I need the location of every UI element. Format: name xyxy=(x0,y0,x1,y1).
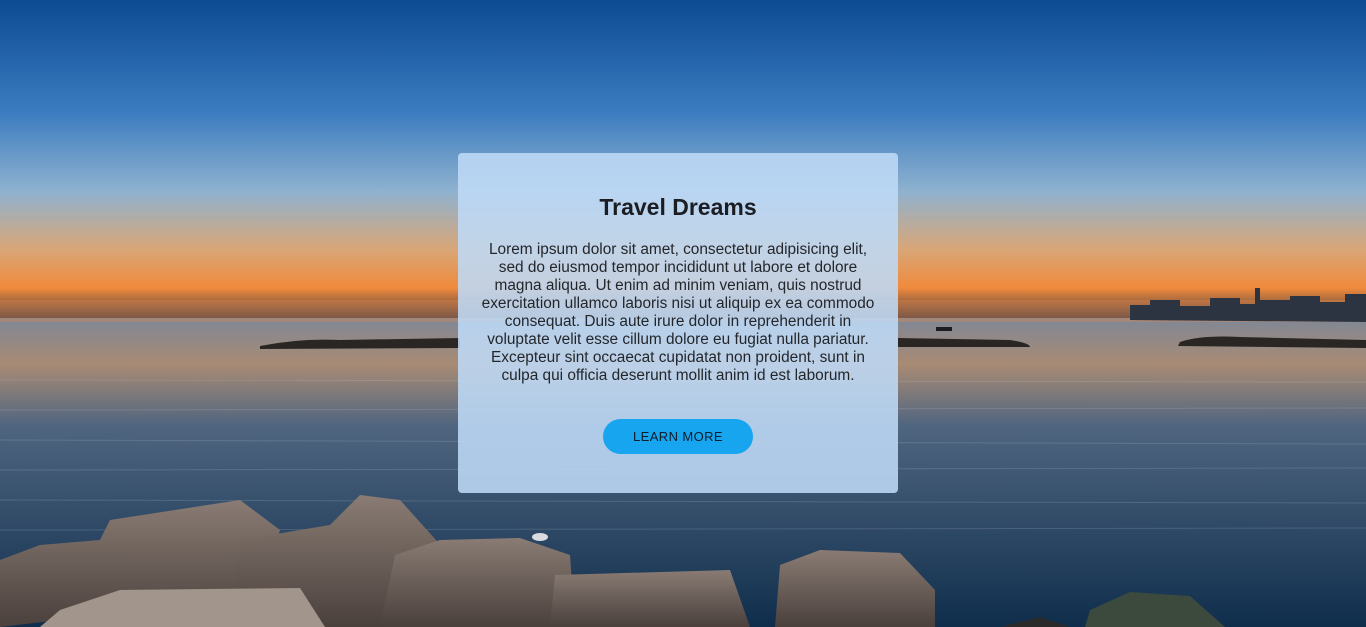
info-card: Travel Dreams Lorem ipsum dolor sit amet… xyxy=(458,153,898,493)
learn-more-button[interactable]: LEARN MORE xyxy=(603,419,753,454)
card-title: Travel Dreams xyxy=(599,194,757,220)
hero-section: Travel Dreams Lorem ipsum dolor sit amet… xyxy=(0,0,1366,627)
card-description: Lorem ipsum dolor sit amet, consectetur … xyxy=(481,241,875,384)
